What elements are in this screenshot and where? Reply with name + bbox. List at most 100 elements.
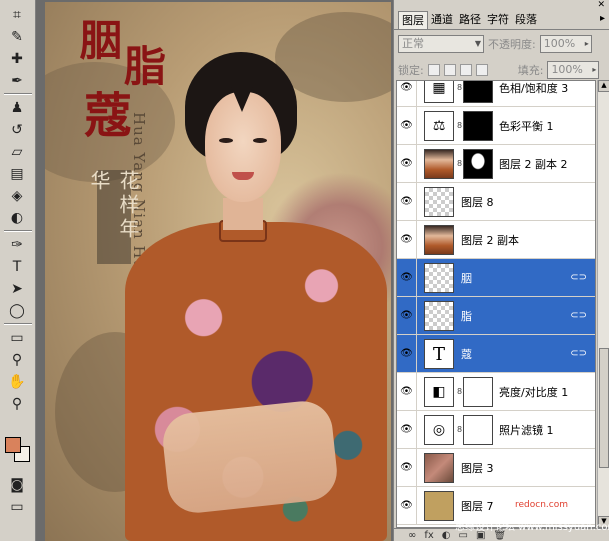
healing-brush-icon[interactable]: ✚ [4,48,30,70]
visibility-eye-icon[interactable]: 👁 [397,449,417,486]
canvas-area[interactable]: 胭 脂 蔻 Hua Yang Nian Hua 花样年华 [37,0,393,541]
opacity-label: 不透明度: [488,38,536,51]
layers-list: 👁 ▦ 8 色相/饱和度 3 👁 ⚖ 8 色彩平衡 1 👁 8 图层 2 副本 2 👁 图层 8 👁 图层 … [396,80,596,528]
link-icon: ⊂⊃ [570,272,587,283]
notes-tool-icon[interactable]: ▭ [4,327,30,349]
layer-thumbnail [424,187,454,217]
eyedropper-icon[interactable]: ⚲ [4,349,30,371]
clone-stamp-icon[interactable]: ♟ [4,97,30,119]
layer-row[interactable]: 👁 图层 2 副本 [397,221,595,259]
layer-row[interactable]: 👁 图层 3 [397,449,595,487]
layer-mask-thumbnail[interactable] [463,377,493,407]
layer-thumbnail: T [424,339,454,369]
history-brush-icon[interactable]: ↺ [4,119,30,141]
layer-row[interactable]: 👁 ▦ 8 色相/饱和度 3 [397,81,595,107]
visibility-eye-icon[interactable]: 👁 [397,487,417,524]
layer-mask-thumbnail[interactable] [463,111,493,141]
blend-mode-select[interactable]: 正常 ▼ [398,35,484,53]
quick-mask-icon[interactable]: ◙ [4,474,30,496]
crossed-arms [160,398,340,516]
shape-tool-icon[interactable]: ◯ [4,300,30,322]
lock-transparency-icon[interactable] [427,64,440,76]
layer-row[interactable]: 👁 脂 ⊂⊃ [397,297,595,335]
pen-tool-icon[interactable]: ✑ [4,234,30,256]
layers-scrollbar[interactable]: ▲ ▼ [597,80,609,528]
close-icon[interactable]: ✕ [597,0,605,10]
gradient-tool-icon[interactable]: ▤ [4,163,30,185]
type-tool-icon[interactable]: T [4,256,30,278]
layer-row[interactable]: 👁 ◎ 8 照片滤镜 1 [397,411,595,449]
layer-mask-thumbnail[interactable] [463,149,493,179]
subtitle-box: 花样年华 [87,170,140,264]
blur-tool-icon[interactable]: ◈ [4,185,30,207]
tab-paragraph[interactable]: 段落 [512,11,540,29]
screen-mode-icon[interactable]: ▭ [4,496,30,518]
visibility-eye-icon[interactable]: 👁 [397,81,417,106]
layer-row[interactable]: 👁 ⚖ 8 色彩平衡 1 [397,107,595,145]
visibility-eye-icon[interactable]: 👁 [397,221,417,258]
dodge-tool-icon[interactable]: ◐ [4,207,30,229]
layer-row[interactable]: 👁 T 蔻 ⊂⊃ [397,335,595,373]
link-layers-icon[interactable]: ∞ [408,530,416,541]
visibility-eye-icon[interactable]: 👁 [397,297,417,334]
layer-mask-thumbnail[interactable] [463,81,493,103]
layer-thumbnail: ⚖ [424,111,454,141]
layer-name: 图层 2 副本 2 [499,158,568,171]
add-mask-icon[interactable]: ◐ [442,530,451,541]
eraser-tool-icon[interactable]: ▱ [4,141,30,163]
tab-layers[interactable]: 图层 [398,11,428,29]
layers-panel: ✕ 图层 通道 路径 字符 段落 ▸ 正常 ▼ 不透明度: 100% ▸ 锁定: 填充:… [393,0,609,541]
visibility-eye-icon[interactable]: 👁 [397,411,417,448]
brush-tool-icon[interactable]: ✒ [4,70,30,92]
layer-row[interactable]: 👁 图层 8 [397,183,595,221]
mask-link-icon[interactable]: 8 [457,425,462,434]
layer-thumbnail: ◧ [424,377,454,407]
foreground-color-swatch[interactable] [5,437,21,453]
zoom-tool-icon[interactable]: ⚲ [4,393,30,415]
visibility-eye-icon[interactable]: 👁 [397,335,417,372]
lock-pixels-icon[interactable] [443,64,456,76]
opacity-field[interactable]: 100% ▸ [539,35,592,53]
visibility-eye-icon[interactable]: 👁 [397,373,417,410]
slice-tool-icon[interactable]: ✎ [4,26,30,48]
path-select-icon[interactable]: ➤ [4,278,30,300]
visibility-eye-icon[interactable]: 👁 [397,259,417,296]
tab-channels[interactable]: 通道 [428,11,456,29]
visibility-eye-icon[interactable]: 👁 [397,183,417,220]
document-canvas[interactable]: 胭 脂 蔻 Hua Yang Nian Hua 花样年华 [45,2,391,541]
toolbox-separator [4,323,32,325]
lock-label: 锁定: [398,64,424,77]
lock-all-icon[interactable] [475,64,488,76]
visibility-eye-icon[interactable]: 👁 [397,107,417,144]
layer-name: 色彩平衡 1 [499,120,554,133]
toolbox: ⌗ ✎ ✚ ✒ ♟ ↺ ▱ ▤ ◈ ◐ ✑ T ➤ ◯ ▭ ⚲ ✋ ⚲ ◙ ▭ [0,0,36,541]
hand-tool-icon[interactable]: ✋ [4,371,30,393]
opacity-value: 100% [543,37,576,50]
layer-thumbnail [424,453,454,483]
layer-row[interactable]: 👁 8 图层 2 副本 2 [397,145,595,183]
layer-name: 图层 8 [461,196,494,209]
fill-field[interactable]: 100% ▸ [547,61,600,79]
visibility-eye-icon[interactable]: 👁 [397,145,417,182]
mask-link-icon[interactable]: 8 [457,83,462,92]
layer-thumbnail [424,263,454,293]
scroll-thumb[interactable] [599,348,609,468]
tab-paths[interactable]: 路径 [456,11,484,29]
layer-name: 亮度/对比度 1 [499,386,569,399]
scroll-up-icon[interactable]: ▲ [598,80,609,92]
mask-link-icon[interactable]: 8 [457,159,462,168]
blend-mode-value: 正常 [402,37,424,50]
layer-mask-thumbnail[interactable] [463,415,493,445]
blend-row: 正常 ▼ 不透明度: 100% ▸ [398,33,606,55]
layer-row[interactable]: 👁 ◧ 8 亮度/对比度 1 [397,373,595,411]
layer-thumbnail [424,491,454,521]
lock-position-icon[interactable] [459,64,472,76]
crop-tool-icon[interactable]: ⌗ [4,4,30,26]
panel-menu-icon[interactable]: ▸ [600,13,605,24]
layer-style-icon[interactable]: fx [424,530,433,541]
layer-row[interactable]: 👁 胭 ⊂⊃ [397,259,595,297]
mask-link-icon[interactable]: 8 [457,387,462,396]
tab-character[interactable]: 字符 [484,11,512,29]
mask-link-icon[interactable]: 8 [457,121,462,130]
layer-name: 照片滤镜 1 [499,424,554,437]
